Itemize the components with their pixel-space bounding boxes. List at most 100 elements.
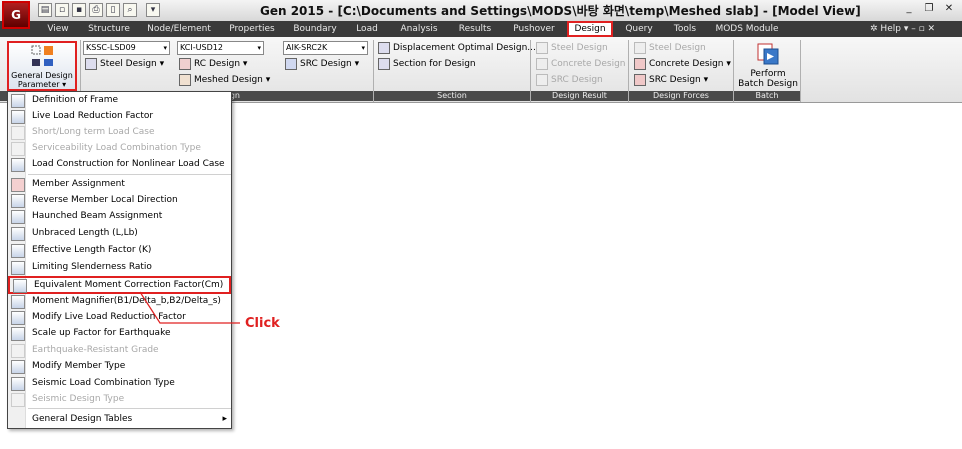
- rc-code-select[interactable]: KCI-USD12 ▾: [177, 41, 264, 55]
- print-preview-icon[interactable]: ▯: [106, 3, 120, 17]
- forces-concrete-design-button[interactable]: Concrete Design ▾: [634, 57, 732, 71]
- help-dropdown-icon[interactable]: ▾ – ▫ ✕: [904, 24, 935, 34]
- close-button[interactable]: ✕: [942, 3, 956, 16]
- concrete-result-icon: [536, 58, 548, 70]
- print-icon[interactable]: ⎙: [89, 3, 103, 17]
- menu-item-limiting-slenderness[interactable]: Limiting Slenderness Ratio: [8, 259, 231, 275]
- gear-icon[interactable]: ✲: [870, 24, 878, 34]
- design-forces-panel-label: Design Forces: [629, 91, 733, 101]
- submenu-arrow-icon: ▸: [222, 414, 227, 424]
- app-logo[interactable]: G: [2, 1, 30, 29]
- menu-item-moment-magnifier[interactable]: Moment Magnifier(B1/Delta_b,B2/Delta_s): [8, 293, 231, 309]
- menu-item-seismic-design-type[interactable]: Seismic Design Type: [8, 391, 231, 407]
- menu-item-earthquake-grade[interactable]: Earthquake-Resistant Grade: [8, 342, 231, 358]
- menu-results[interactable]: Results: [454, 21, 496, 37]
- seismic-design-icon: [11, 393, 25, 407]
- menu-item-serviceability[interactable]: Serviceability Load Combination Type: [8, 140, 231, 156]
- menu-item-modify-member-type[interactable]: Modify Member Type: [8, 358, 231, 374]
- chevron-down-icon: ▾: [361, 44, 365, 52]
- batch-panel-label: Batch: [734, 91, 800, 101]
- steel-code-value: KSSC-LSD09: [86, 43, 136, 52]
- menu-item-seismic-load-combination[interactable]: Seismic Load Combination Type: [8, 375, 231, 391]
- result-steel-design-button[interactable]: Steel Design: [536, 41, 628, 55]
- general-design-parameter-button[interactable]: General Design Parameter ▾: [7, 41, 77, 91]
- forces-src-design-button[interactable]: SRC Design ▾: [634, 73, 730, 87]
- batch-design-icon: [757, 43, 779, 65]
- menu-query[interactable]: Query: [622, 21, 656, 37]
- steel-code-select[interactable]: KSSC-LSD09 ▾: [83, 41, 170, 55]
- displacement-design-label: Displacement Optimal Design...: [393, 43, 536, 53]
- menu-mods-module[interactable]: MODS Module: [714, 21, 780, 37]
- menu-item-effective-length[interactable]: Effective Length Factor (K): [8, 242, 231, 258]
- menu-item-unbraced-length[interactable]: Unbraced Length (L,Lb): [8, 225, 231, 241]
- result-steel-label: Steel Design: [551, 43, 608, 53]
- src-design-button[interactable]: SRC Design ▾: [285, 57, 371, 71]
- menu-item-live-load-reduction[interactable]: Live Load Reduction Factor: [8, 108, 231, 124]
- meshed-design-button[interactable]: Meshed Design ▾: [179, 73, 275, 87]
- member-icon: [11, 178, 25, 192]
- design-parameter-icon: [31, 45, 55, 69]
- menu-item-haunched-beam[interactable]: Haunched Beam Assignment: [8, 208, 231, 224]
- meshed-design-icon: [179, 74, 191, 86]
- menu-view[interactable]: View: [42, 21, 74, 37]
- quick-access-dropdown-icon[interactable]: ▾: [146, 3, 160, 17]
- menu-design[interactable]: Design: [567, 21, 613, 37]
- menu-structure[interactable]: Structure: [86, 21, 132, 37]
- menu-separator: [28, 408, 231, 409]
- displacement-design-icon: [378, 42, 390, 54]
- search-icon[interactable]: ⌕: [123, 3, 137, 17]
- member-type-icon: [11, 360, 25, 374]
- perform-batch-design-button[interactable]: Perform Batch Design: [737, 41, 799, 91]
- result-concrete-design-button[interactable]: Concrete Design: [536, 57, 628, 71]
- steel-design-label: Steel Design ▾: [100, 59, 165, 69]
- nonlinear-load-icon: [11, 158, 25, 172]
- result-src-design-button[interactable]: SRC Design: [536, 73, 628, 87]
- forces-concrete-label: Concrete Design ▾: [649, 59, 731, 69]
- click-annotation: Click: [245, 316, 280, 331]
- new-file-icon[interactable]: ▫: [55, 3, 69, 17]
- design-result-panel-label: Design Result: [531, 91, 628, 101]
- menu-item-definition-of-frame[interactable]: Definition of Frame: [8, 92, 231, 108]
- menu-item-reverse-member[interactable]: Reverse Member Local Direction: [8, 192, 231, 208]
- menu-analysis[interactable]: Analysis: [396, 21, 442, 37]
- forces-steel-label: Steel Design: [649, 43, 706, 53]
- menu-item-short-long-term[interactable]: Short/Long term Load Case: [8, 124, 231, 140]
- menu-item-equivalent-moment[interactable]: Equivalent Moment Correction Factor(Cm): [8, 276, 231, 294]
- save-icon[interactable]: ▪: [72, 3, 86, 17]
- menu-pushover[interactable]: Pushover: [510, 21, 558, 37]
- load-combination-icon: [11, 142, 25, 156]
- reverse-icon: [11, 194, 25, 208]
- help-menu[interactable]: Help: [880, 24, 901, 34]
- steel-design-button[interactable]: Steel Design ▾: [85, 57, 175, 71]
- menu-item-general-design-tables[interactable]: General Design Tables ▸: [8, 411, 231, 427]
- forces-steel-design-button[interactable]: Steel Design: [634, 41, 730, 55]
- menu-load[interactable]: Load: [352, 21, 382, 37]
- meshed-design-label: Meshed Design ▾: [194, 75, 271, 85]
- menu-boundary[interactable]: Boundary: [292, 21, 338, 37]
- minimize-button[interactable]: _: [902, 3, 916, 16]
- menu-item-scale-up-factor[interactable]: Scale up Factor for Earthquake: [8, 325, 231, 341]
- src-code-select[interactable]: AIK-SRC2K ▾: [283, 41, 368, 55]
- magnifier-icon: [11, 295, 25, 309]
- src-code-value: AIK-SRC2K: [286, 43, 328, 52]
- menu-separator: [28, 174, 231, 175]
- menu-item-load-construction[interactable]: Load Construction for Nonlinear Load Cas…: [8, 156, 231, 172]
- menu-item-modify-live-load[interactable]: Modify Live Load Reduction Factor: [8, 309, 231, 325]
- displacement-optimal-design-button[interactable]: Displacement Optimal Design...: [378, 41, 536, 55]
- concrete-forces-icon: [634, 58, 646, 70]
- menu-item-member-assignment[interactable]: Member Assignment: [8, 176, 231, 192]
- section-panel-label: Section: [374, 91, 530, 101]
- open-file-icon[interactable]: ▤: [38, 3, 52, 17]
- menu-node-element[interactable]: Node/Element: [146, 21, 212, 37]
- ribbon-divider: [800, 40, 801, 102]
- restore-button[interactable]: ❐: [922, 3, 936, 16]
- result-concrete-label: Concrete Design: [551, 59, 626, 69]
- rc-design-button[interactable]: RC Design ▾: [179, 57, 269, 71]
- menu-properties[interactable]: Properties: [226, 21, 278, 37]
- section-for-design-button[interactable]: Section for Design: [378, 57, 528, 71]
- help-area: ✲ Help ▾ – ▫ ✕: [870, 21, 962, 37]
- steel-design-icon: [85, 58, 97, 70]
- menu-tools[interactable]: Tools: [668, 21, 702, 37]
- frame-icon: [11, 94, 25, 108]
- chevron-down-icon: ▾: [163, 44, 167, 52]
